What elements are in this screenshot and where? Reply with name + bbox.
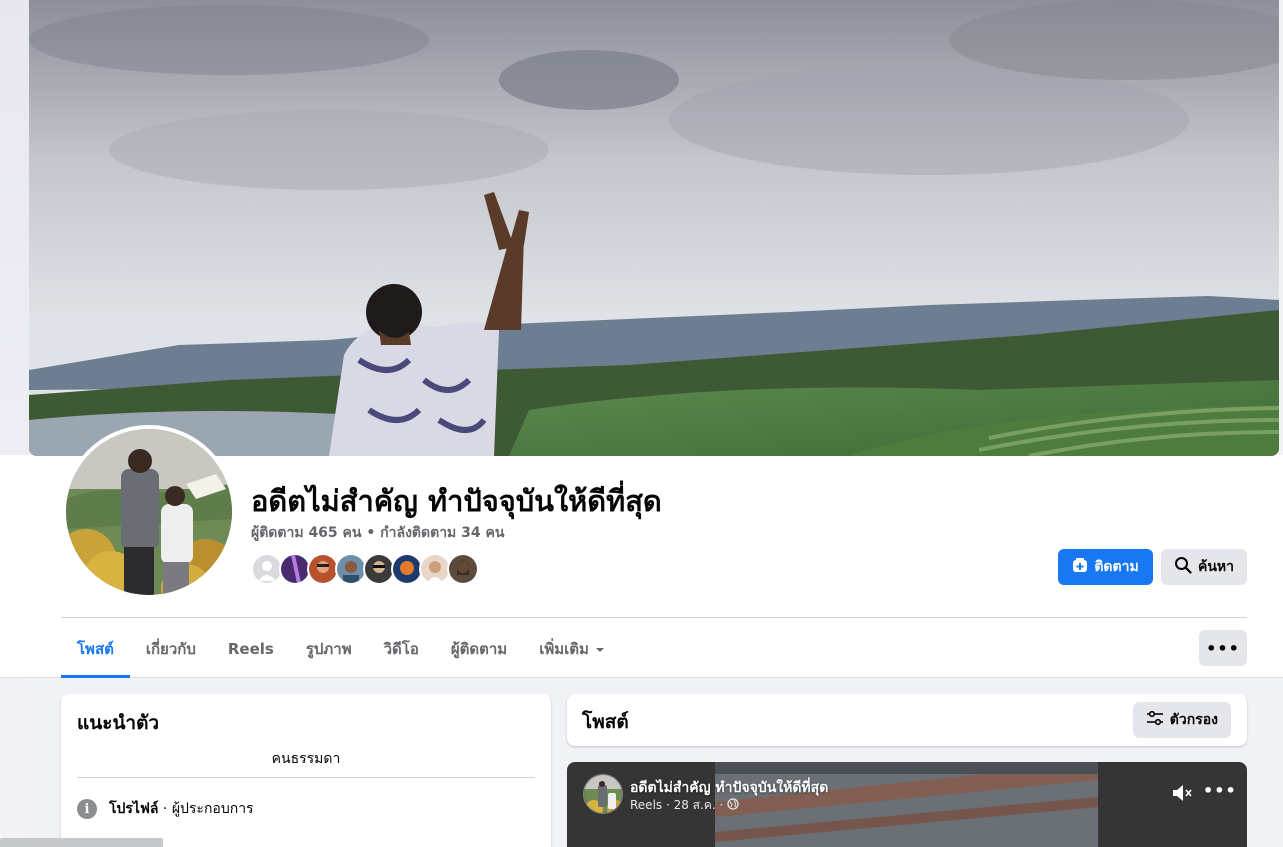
add-friend-icon	[1072, 557, 1088, 577]
follower-avatar[interactable]	[447, 553, 479, 585]
tab-label: Reels	[227, 640, 274, 658]
filter-button[interactable]: ตัวกรอง	[1132, 702, 1231, 738]
intro-divider	[77, 777, 535, 778]
muted-speaker-icon[interactable]	[1171, 782, 1195, 804]
tab-label: เพิ่มเติม	[539, 640, 589, 658]
search-button[interactable]: ค้นหา	[1161, 549, 1247, 585]
caret-down-icon	[595, 640, 605, 658]
profile-picture[interactable]	[62, 425, 236, 599]
profile-category: · ผู้ประกอบการ	[158, 801, 254, 817]
tab-about[interactable]: เกี่ยวกับ	[130, 620, 212, 678]
tab-posts[interactable]: โพสต์	[61, 620, 130, 678]
tab-photos[interactable]: รูปภาพ	[290, 620, 368, 678]
profile-name: อดีตไม่สำคัญ ทำปัจจุบันให้ดีที่สุด	[251, 484, 662, 518]
follower-stats[interactable]: ผู้ติดตาม 465 คน • กำลังติดตาม 34 คน	[251, 522, 504, 544]
profile-tabs: โพสต์ เกี่ยวกับ Reels รูปภาพ วิดีโอ ผู้ต…	[61, 620, 621, 678]
intro-bio: คนธรรมดา	[271, 751, 341, 767]
globe-icon	[727, 798, 739, 813]
intro-card: แนะนำตัว คนธรรมดา i โปรไฟล์ · ผู้ประกอบก…	[61, 694, 551, 847]
reel-meta-text: Reels · 28 ส.ค. ·	[630, 798, 724, 812]
follow-button[interactable]: ติดตาม	[1058, 549, 1153, 585]
reel-video[interactable]	[715, 762, 1098, 847]
intro-title: แนะนำตัว	[77, 712, 160, 734]
posts-title: โพสต์	[582, 711, 629, 733]
posts-header-card: โพสต์ ตัวกรอง	[567, 694, 1247, 746]
tab-reels[interactable]: Reels	[212, 620, 290, 678]
tab-label: รูปภาพ	[305, 640, 352, 658]
follow-button-label: ติดตาม	[1094, 559, 1139, 575]
reel-post[interactable]: อดีตไม่สำคัญ ทำปัจจุบันให้ดีที่สุด Reels…	[567, 762, 1247, 847]
tab-label: เกี่ยวกับ	[145, 640, 196, 658]
intro-profile-row: i โปรไฟล์ · ผู้ประกอบการ	[77, 798, 254, 820]
more-options-button[interactable]: •••	[1199, 630, 1247, 666]
tab-label: วิดีโอ	[383, 640, 419, 658]
reel-more-button[interactable]: •••	[1203, 782, 1236, 804]
tab-label: ผู้ติดตาม	[450, 640, 508, 658]
cover-photo[interactable]	[29, 0, 1279, 456]
profile-photo-image	[66, 429, 232, 595]
tab-more[interactable]: เพิ่มเติม	[523, 620, 621, 678]
page-edge	[0, 0, 29, 847]
sliders-icon	[1146, 710, 1164, 730]
tab-videos[interactable]: วิดีโอ	[368, 620, 435, 678]
follower-avatars[interactable]	[251, 553, 479, 585]
header-divider	[61, 617, 1247, 618]
info-icon: i	[77, 799, 97, 819]
horizontal-scrollbar[interactable]	[0, 838, 163, 847]
search-icon	[1174, 556, 1192, 578]
cover-landscape-image	[29, 0, 1279, 456]
search-button-label: ค้นหา	[1197, 559, 1235, 575]
tab-followers[interactable]: ผู้ติดตาม	[435, 620, 523, 678]
filter-button-label: ตัวกรอง	[1169, 712, 1218, 728]
ellipsis-icon: •••	[1206, 638, 1240, 658]
tab-label: โพสต์	[77, 640, 114, 658]
reel-meta: Reels · 28 ส.ค. ·	[630, 796, 739, 815]
reel-author-avatar[interactable]	[583, 774, 623, 814]
profile-type-label[interactable]: โปรไฟล์	[109, 801, 158, 817]
reel-video-frame	[715, 762, 1098, 847]
